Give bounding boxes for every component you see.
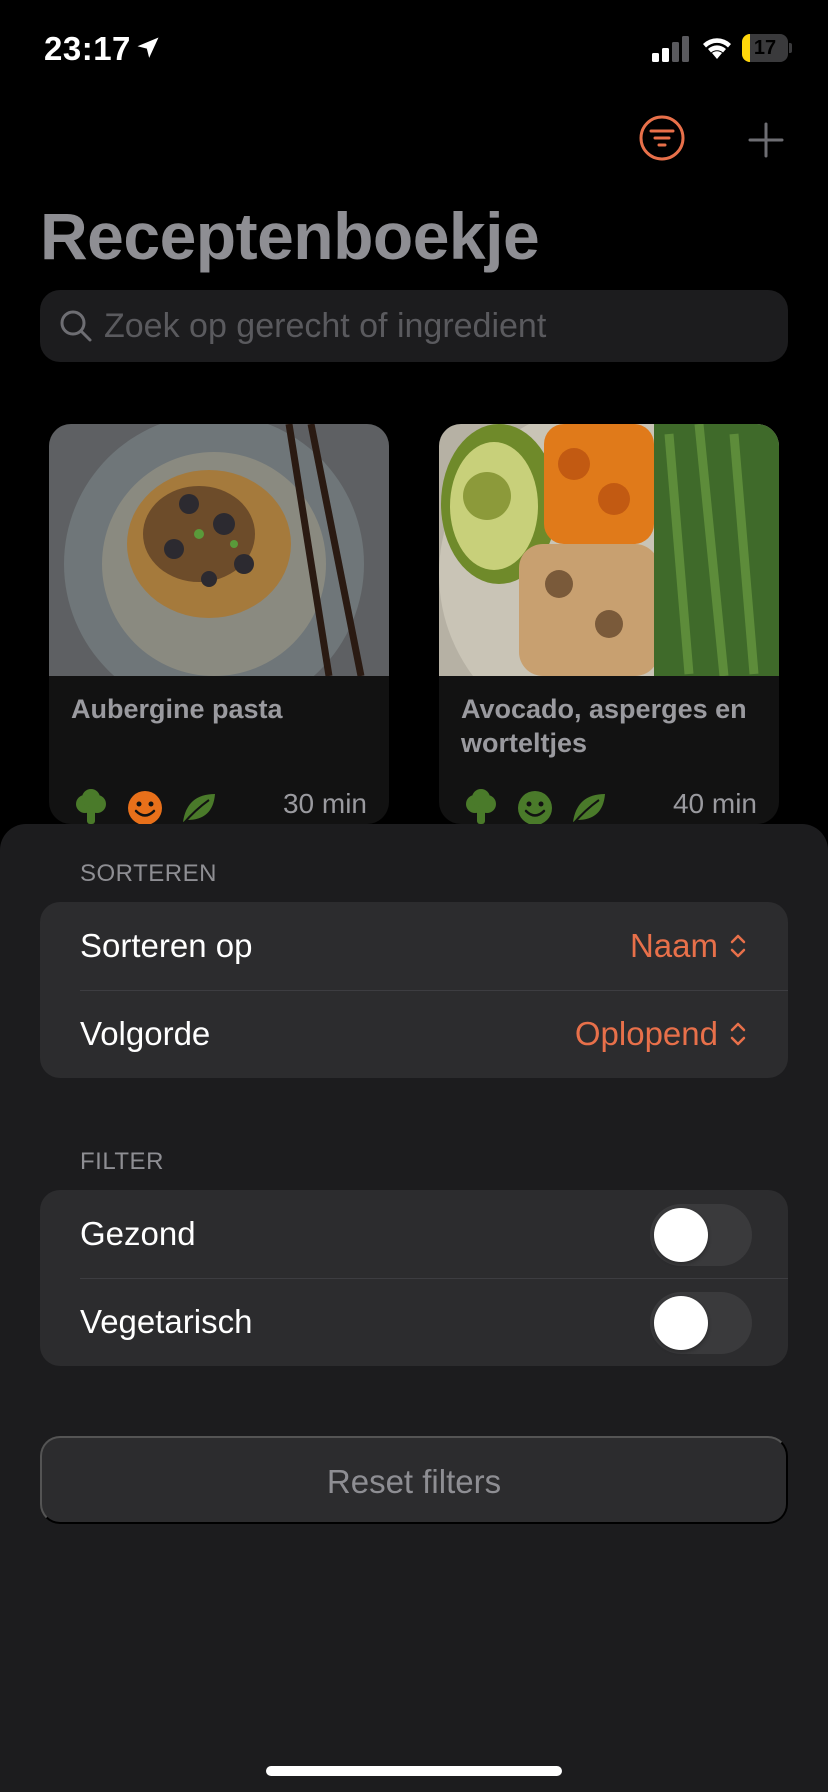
recipe-tags xyxy=(461,788,609,824)
vegetarian-row: Vegetarisch xyxy=(40,1278,788,1366)
recipe-image xyxy=(439,424,779,676)
battery-percentage: 17 xyxy=(753,37,777,59)
battery-indicator: 17 xyxy=(742,34,792,62)
cellular-signal-icon xyxy=(652,36,689,62)
sort-by-picker[interactable]: Naam xyxy=(630,902,748,990)
vegetarian-label: Vegetarisch xyxy=(80,1303,253,1340)
leaf-icon xyxy=(572,794,605,824)
filter-icon[interactable] xyxy=(638,114,686,162)
vegetarian-toggle[interactable] xyxy=(650,1292,752,1354)
sort-by-label: Sorteren op xyxy=(80,927,253,964)
search-icon xyxy=(60,310,92,342)
leaf-icon xyxy=(182,794,215,824)
healthy-toggle[interactable] xyxy=(650,1204,752,1266)
sort-by-row[interactable]: Sorteren op Naam xyxy=(40,902,788,990)
recipe-time: 30 min xyxy=(282,788,367,819)
status-bar: 23:17 17 xyxy=(0,0,828,100)
recipe-tags xyxy=(71,788,219,824)
broccoli-icon xyxy=(466,789,496,824)
chevron-up-down-icon xyxy=(730,1022,746,1046)
chevron-up-down-icon xyxy=(730,934,746,958)
recipe-card[interactable]: Aubergine pasta 30 min xyxy=(49,424,389,824)
smiley-icon xyxy=(128,791,162,824)
smiley-icon xyxy=(518,791,552,824)
wifi-icon xyxy=(703,38,731,59)
healthy-row: Gezond xyxy=(40,1190,788,1278)
reset-filters-button[interactable]: Reset filters xyxy=(40,1436,788,1524)
order-label: Volgorde xyxy=(80,1015,211,1052)
filter-section-header: FILTER xyxy=(80,1148,164,1175)
search-input[interactable] xyxy=(104,290,764,362)
sort-group: Sorteren op Naam Volgorde Oplopend xyxy=(40,902,788,1078)
recipe-title: Avocado, asperges en worteltjes xyxy=(461,694,747,758)
location-arrow-icon xyxy=(137,37,159,58)
recipe-time: 40 min xyxy=(672,788,757,819)
toggle-knob xyxy=(654,1296,708,1350)
search-bar[interactable] xyxy=(40,290,788,362)
recipe-card[interactable]: Avocado, asperges en worteltjes 40 min xyxy=(439,424,779,824)
filter-group: Gezond Vegetarisch xyxy=(40,1190,788,1366)
order-row[interactable]: Volgorde Oplopend xyxy=(40,990,788,1078)
order-picker[interactable]: Oplopend xyxy=(575,990,748,1078)
recipe-image xyxy=(49,424,389,676)
sort-by-value: Naam xyxy=(629,927,718,964)
broccoli-icon xyxy=(76,789,106,824)
status-time: 23:17 xyxy=(44,30,131,67)
home-indicator[interactable] xyxy=(266,1766,562,1776)
healthy-label: Gezond xyxy=(80,1215,196,1252)
recipe-title: Aubergine pasta xyxy=(71,694,283,724)
plus-icon[interactable] xyxy=(744,118,788,162)
toggle-knob xyxy=(654,1208,708,1262)
order-value: Oplopend xyxy=(574,1015,718,1052)
filter-sheet: SORTEREN Sorteren op Naam Volgorde Oplop… xyxy=(0,824,828,1792)
page-title: Receptenboekje xyxy=(40,199,540,273)
sort-section-header: SORTEREN xyxy=(80,860,217,887)
